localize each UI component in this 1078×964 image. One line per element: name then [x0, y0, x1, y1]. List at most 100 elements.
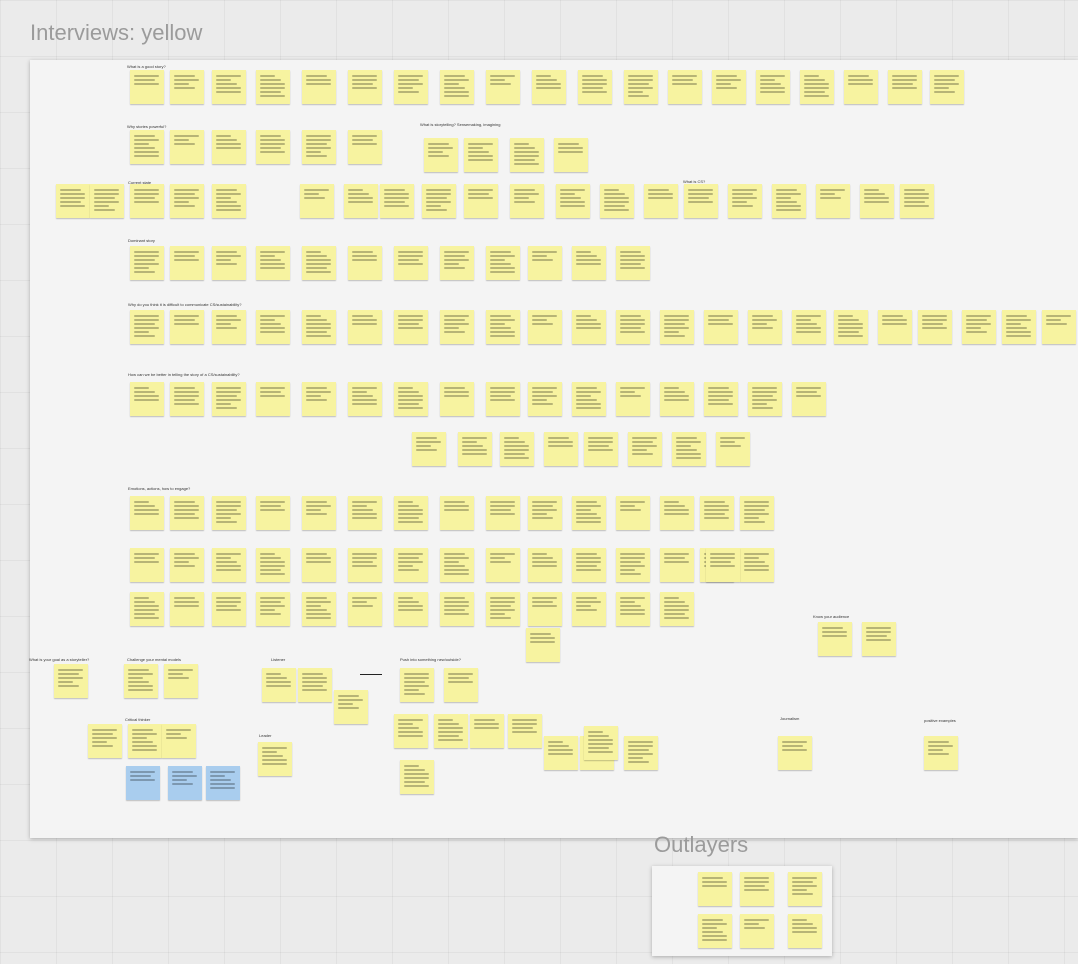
sticky-note[interactable]	[394, 310, 428, 344]
sticky-note[interactable]	[130, 246, 164, 280]
sticky-note[interactable]	[660, 496, 694, 530]
section-label-difficult[interactable]: Why do you think it is difficult to comm…	[128, 302, 242, 307]
sticky-note[interactable]	[510, 138, 544, 172]
sticky-note[interactable]	[394, 548, 428, 582]
sticky-note[interactable]	[334, 690, 368, 724]
sticky-note[interactable]	[470, 714, 504, 748]
sticky-note[interactable]	[348, 70, 382, 104]
sticky-note[interactable]	[130, 382, 164, 416]
section-label-emotions[interactable]: Emotions, actions, how to engage?	[128, 486, 190, 491]
sticky-note[interactable]	[124, 664, 158, 698]
sticky-note[interactable]	[162, 724, 196, 758]
sticky-note[interactable]	[624, 736, 658, 770]
sticky-note[interactable]	[834, 310, 868, 344]
sticky-note[interactable]	[900, 184, 934, 218]
sticky-note[interactable]	[302, 130, 336, 164]
sticky-note[interactable]	[684, 184, 718, 218]
sticky-note[interactable]	[170, 246, 204, 280]
section-label-audience[interactable]: Know your audience	[813, 614, 849, 619]
sticky-note[interactable]	[54, 664, 88, 698]
sticky-note[interactable]	[444, 668, 478, 702]
sticky-note[interactable]	[256, 382, 290, 416]
sticky-note[interactable]	[704, 382, 738, 416]
sticky-note[interactable]	[394, 592, 428, 626]
sticky-note[interactable]	[740, 914, 774, 948]
sticky-note[interactable]	[130, 496, 164, 530]
sticky-note[interactable]	[528, 382, 562, 416]
sticky-note[interactable]	[578, 70, 612, 104]
sticky-note[interactable]	[486, 70, 520, 104]
sticky-note[interactable]	[302, 310, 336, 344]
sticky-note[interactable]	[256, 246, 290, 280]
sticky-note[interactable]	[348, 382, 382, 416]
sticky-note[interactable]	[348, 130, 382, 164]
sticky-note[interactable]	[344, 184, 378, 218]
sticky-note[interactable]	[302, 592, 336, 626]
sticky-note[interactable]	[930, 70, 964, 104]
outlayers-frame-title[interactable]: Outlayers	[654, 832, 748, 858]
sticky-note[interactable]	[554, 138, 588, 172]
sticky-note[interactable]	[212, 496, 246, 530]
sticky-note[interactable]	[616, 310, 650, 344]
sticky-note[interactable]	[528, 496, 562, 530]
sticky-note[interactable]	[532, 70, 566, 104]
sticky-note[interactable]	[500, 432, 534, 466]
sticky-note[interactable]	[126, 766, 160, 800]
sticky-note[interactable]	[212, 548, 246, 582]
sticky-note[interactable]	[168, 766, 202, 800]
section-label-dominant-story[interactable]: Dominant story	[128, 238, 155, 243]
sticky-note[interactable]	[486, 382, 520, 416]
sticky-note[interactable]	[170, 548, 204, 582]
sticky-note[interactable]	[170, 310, 204, 344]
sticky-note[interactable]	[302, 70, 336, 104]
sticky-note[interactable]	[440, 548, 474, 582]
sticky-note[interactable]	[792, 382, 826, 416]
sticky-note[interactable]	[528, 310, 562, 344]
section-label-stories-powerful[interactable]: Why stories powerful?	[127, 124, 166, 129]
sticky-note[interactable]	[170, 592, 204, 626]
sticky-note[interactable]	[394, 714, 428, 748]
sticky-note[interactable]	[440, 592, 474, 626]
sticky-note[interactable]	[258, 742, 292, 776]
sticky-note[interactable]	[440, 246, 474, 280]
sticky-note[interactable]	[668, 70, 702, 104]
sticky-note[interactable]	[440, 382, 474, 416]
section-label-good-story[interactable]: What is a good story?	[127, 64, 166, 69]
sticky-note[interactable]	[698, 914, 732, 948]
sticky-note[interactable]	[486, 496, 520, 530]
sticky-note[interactable]	[458, 432, 492, 466]
sticky-note[interactable]	[572, 592, 606, 626]
sticky-note[interactable]	[584, 432, 618, 466]
sticky-note[interactable]	[660, 548, 694, 582]
sticky-note[interactable]	[600, 184, 634, 218]
sticky-note[interactable]	[1042, 310, 1076, 344]
sticky-note[interactable]	[672, 432, 706, 466]
sticky-note[interactable]	[792, 310, 826, 344]
sticky-note[interactable]	[302, 496, 336, 530]
sticky-note[interactable]	[422, 184, 456, 218]
sticky-note[interactable]	[212, 130, 246, 164]
sticky-note[interactable]	[170, 70, 204, 104]
sticky-note[interactable]	[128, 724, 162, 758]
sticky-note[interactable]	[130, 548, 164, 582]
sticky-note[interactable]	[818, 622, 852, 656]
sticky-note[interactable]	[348, 548, 382, 582]
sticky-note[interactable]	[510, 184, 544, 218]
sticky-note[interactable]	[394, 382, 428, 416]
sticky-note[interactable]	[298, 668, 332, 702]
sticky-note[interactable]	[348, 592, 382, 626]
sticky-note[interactable]	[712, 70, 746, 104]
sticky-note[interactable]	[572, 548, 606, 582]
sticky-note[interactable]	[508, 714, 542, 748]
sticky-note[interactable]	[644, 184, 678, 218]
sticky-note[interactable]	[486, 592, 520, 626]
sticky-note[interactable]	[544, 736, 578, 770]
sticky-note[interactable]	[130, 70, 164, 104]
sticky-note[interactable]	[394, 70, 428, 104]
sticky-note[interactable]	[572, 310, 606, 344]
sticky-note[interactable]	[616, 496, 650, 530]
sticky-note[interactable]	[440, 70, 474, 104]
sticky-note[interactable]	[486, 246, 520, 280]
section-label-positive-examples[interactable]: positive examples	[924, 718, 956, 723]
sticky-note[interactable]	[756, 70, 790, 104]
